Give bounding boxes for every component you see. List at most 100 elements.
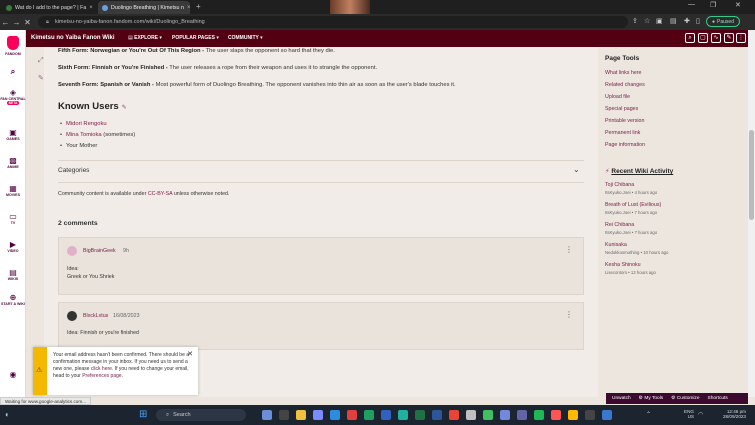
- close-window-icon[interactable]: ✕: [735, 1, 741, 9]
- discord-icon[interactable]: [500, 410, 510, 420]
- edit-icon[interactable]: ✎: [724, 33, 734, 43]
- stop-icon[interactable]: ✕: [22, 18, 33, 27]
- recent-title[interactable]: Kesha Shinoku: [605, 262, 641, 268]
- expand-icon[interactable]: ⤢: [38, 57, 44, 65]
- taskbar-app-icon[interactable]: [279, 410, 289, 420]
- chevron-up-icon[interactable]: ⌃: [646, 411, 651, 418]
- new-tab-icon[interactable]: +: [196, 2, 201, 11]
- page-tool-link[interactable]: Special pages: [605, 106, 638, 112]
- rail-item-video[interactable]: ▶ VIDEO: [0, 240, 26, 253]
- puzzle-icon[interactable]: ✚: [684, 17, 690, 25]
- taskbar-app-icon[interactable]: [483, 410, 493, 420]
- preferences-link[interactable]: Preferences page: [82, 373, 121, 379]
- rail-item-fan-central[interactable]: ◈ FAN CENTRAL BETA: [0, 88, 26, 105]
- extension-icon[interactable]: ▣: [656, 17, 663, 25]
- bookmark-star-icon[interactable]: ☆: [644, 17, 650, 25]
- close-icon[interactable]: ×: [187, 5, 190, 11]
- discussions-icon[interactable]: ▢: [698, 33, 708, 43]
- rail-search[interactable]: ⌕: [0, 67, 26, 76]
- rail-item-wikis[interactable]: ▤ WIKIS: [0, 268, 26, 281]
- page-tool-link[interactable]: Printable version: [605, 118, 644, 124]
- extension-icon[interactable]: ▤: [670, 17, 677, 25]
- close-icon[interactable]: ×: [89, 5, 93, 11]
- wifi-icon[interactable]: ◠: [698, 411, 703, 418]
- avatar[interactable]: [67, 246, 77, 256]
- comment-user[interactable]: BigBrainGeek: [83, 248, 116, 254]
- taskbar-app-icon[interactable]: [296, 410, 306, 420]
- taskbar-app-icon[interactable]: [313, 410, 323, 420]
- rail-item-movies[interactable]: ▦ MOVIES: [0, 184, 26, 197]
- shortcuts-button[interactable]: Shortcuts: [708, 396, 728, 401]
- taskbar-app-icon[interactable]: [551, 410, 561, 420]
- back-icon[interactable]: ←: [0, 18, 11, 27]
- page-tool-link[interactable]: Upload file: [605, 94, 630, 100]
- nav-popular-pages[interactable]: POPULAR PAGES ▾: [172, 35, 219, 41]
- teams-icon[interactable]: [517, 410, 527, 420]
- resend-link[interactable]: click here: [91, 366, 112, 372]
- widgets-icon[interactable]: ◐: [5, 410, 10, 419]
- rail-notifications[interactable]: ◉: [0, 370, 26, 379]
- maximize-icon[interactable]: ❐: [710, 1, 716, 9]
- rail-item-games[interactable]: ▣ GAMES: [0, 128, 26, 141]
- my-tools-button[interactable]: ⚙ My Tools: [639, 396, 664, 401]
- user-link[interactable]: Mina Tomioka: [66, 132, 102, 138]
- close-icon[interactable]: ✕: [187, 350, 193, 358]
- more-options-icon[interactable]: ⋮: [565, 245, 573, 254]
- edit-pencil-icon[interactable]: ✎: [38, 74, 44, 82]
- profile-paused-button[interactable]: ● Paused: [706, 16, 740, 27]
- taskbar-app-icon[interactable]: [398, 410, 408, 420]
- forward-icon[interactable]: →: [11, 18, 22, 27]
- clock[interactable]: 12:46 pm 28/09/2023: [714, 409, 746, 419]
- customize-button[interactable]: ⚙ Customize: [671, 396, 699, 401]
- taskbar-app-icon[interactable]: [330, 410, 340, 420]
- recent-title[interactable]: Breath of Lust (Evilious): [605, 202, 661, 208]
- license-link[interactable]: CC-BY-SA: [148, 191, 173, 197]
- taskbar-app-icon[interactable]: [602, 410, 612, 420]
- edit-section-icon[interactable]: ✎: [122, 105, 127, 111]
- taskbar-app-icon[interactable]: [347, 410, 357, 420]
- more-options-icon[interactable]: ⋮: [565, 310, 573, 319]
- excel-icon[interactable]: [415, 410, 425, 420]
- page-tool-link[interactable]: Permanent link: [605, 130, 640, 136]
- taskbar-search-input[interactable]: ⌕ Search: [156, 409, 246, 421]
- taskbar-app-icon[interactable]: [568, 410, 578, 420]
- rail-item-tv[interactable]: ▭ TV: [0, 212, 26, 225]
- rail-item-anime[interactable]: ▩ ANIME: [0, 156, 26, 169]
- windows-start-icon[interactable]: ⊞: [139, 409, 147, 420]
- taskbar-app-icon[interactable]: [585, 410, 595, 420]
- taskbar-app-icon[interactable]: [262, 410, 272, 420]
- nav-explore[interactable]: ▤ EXPLORE ▾: [128, 35, 162, 41]
- avatar[interactable]: [67, 311, 77, 321]
- nav-community[interactable]: COMMUNITY ▾: [228, 35, 263, 41]
- activity-icon[interactable]: ∿: [711, 33, 721, 43]
- browser-tab-1[interactable]: Wat do I add to the page? | Fa ×: [2, 1, 96, 14]
- language-indicator[interactable]: ENG US: [680, 409, 694, 419]
- word-icon[interactable]: [432, 410, 442, 420]
- taskbar-app-icon[interactable]: [364, 410, 374, 420]
- page-tool-link[interactable]: What links here: [605, 70, 642, 76]
- chrome-icon[interactable]: [449, 410, 459, 420]
- url-field[interactable]: 🔒︎ kimetsu-no-yaiba-fanon.fandom.com/wik…: [38, 16, 628, 28]
- comment-user[interactable]: BlxckLxtus: [83, 313, 108, 319]
- page-scrollbar[interactable]: [748, 30, 755, 397]
- rail-item-start-wiki[interactable]: ⊕ START A WIKI: [0, 293, 26, 306]
- chevron-down-icon[interactable]: ⌄: [573, 165, 580, 174]
- search-icon[interactable]: ⌕: [685, 33, 695, 43]
- recent-title[interactable]: Toji Chibana: [605, 182, 634, 188]
- taskbar-app-icon[interactable]: [381, 410, 391, 420]
- recent-title[interactable]: Kunisaka: [605, 242, 627, 248]
- page-tool-link[interactable]: Related changes: [605, 82, 645, 88]
- user-link[interactable]: Midori Rengoku: [66, 121, 107, 127]
- minimize-icon[interactable]: —: [688, 1, 695, 8]
- categories-label[interactable]: Categories: [58, 167, 89, 174]
- fandom-logo-icon[interactable]: [7, 36, 19, 50]
- taskbar-app-icon[interactable]: [466, 410, 476, 420]
- unwatch-button[interactable]: Unwatch: [612, 396, 631, 401]
- share-icon[interactable]: ⇪: [632, 17, 638, 25]
- scrollbar-thumb[interactable]: [749, 130, 754, 220]
- page-tool-link[interactable]: Page information: [605, 142, 645, 148]
- browser-tab-2[interactable]: Duolingo Breathing | Kimetsu n ×: [98, 1, 190, 14]
- recent-title[interactable]: Rei Chibana: [605, 222, 634, 228]
- wiki-title[interactable]: Kimetsu no Yaiba Fanon Wiki: [31, 35, 115, 41]
- more-icon[interactable]: ⋮: [736, 33, 746, 43]
